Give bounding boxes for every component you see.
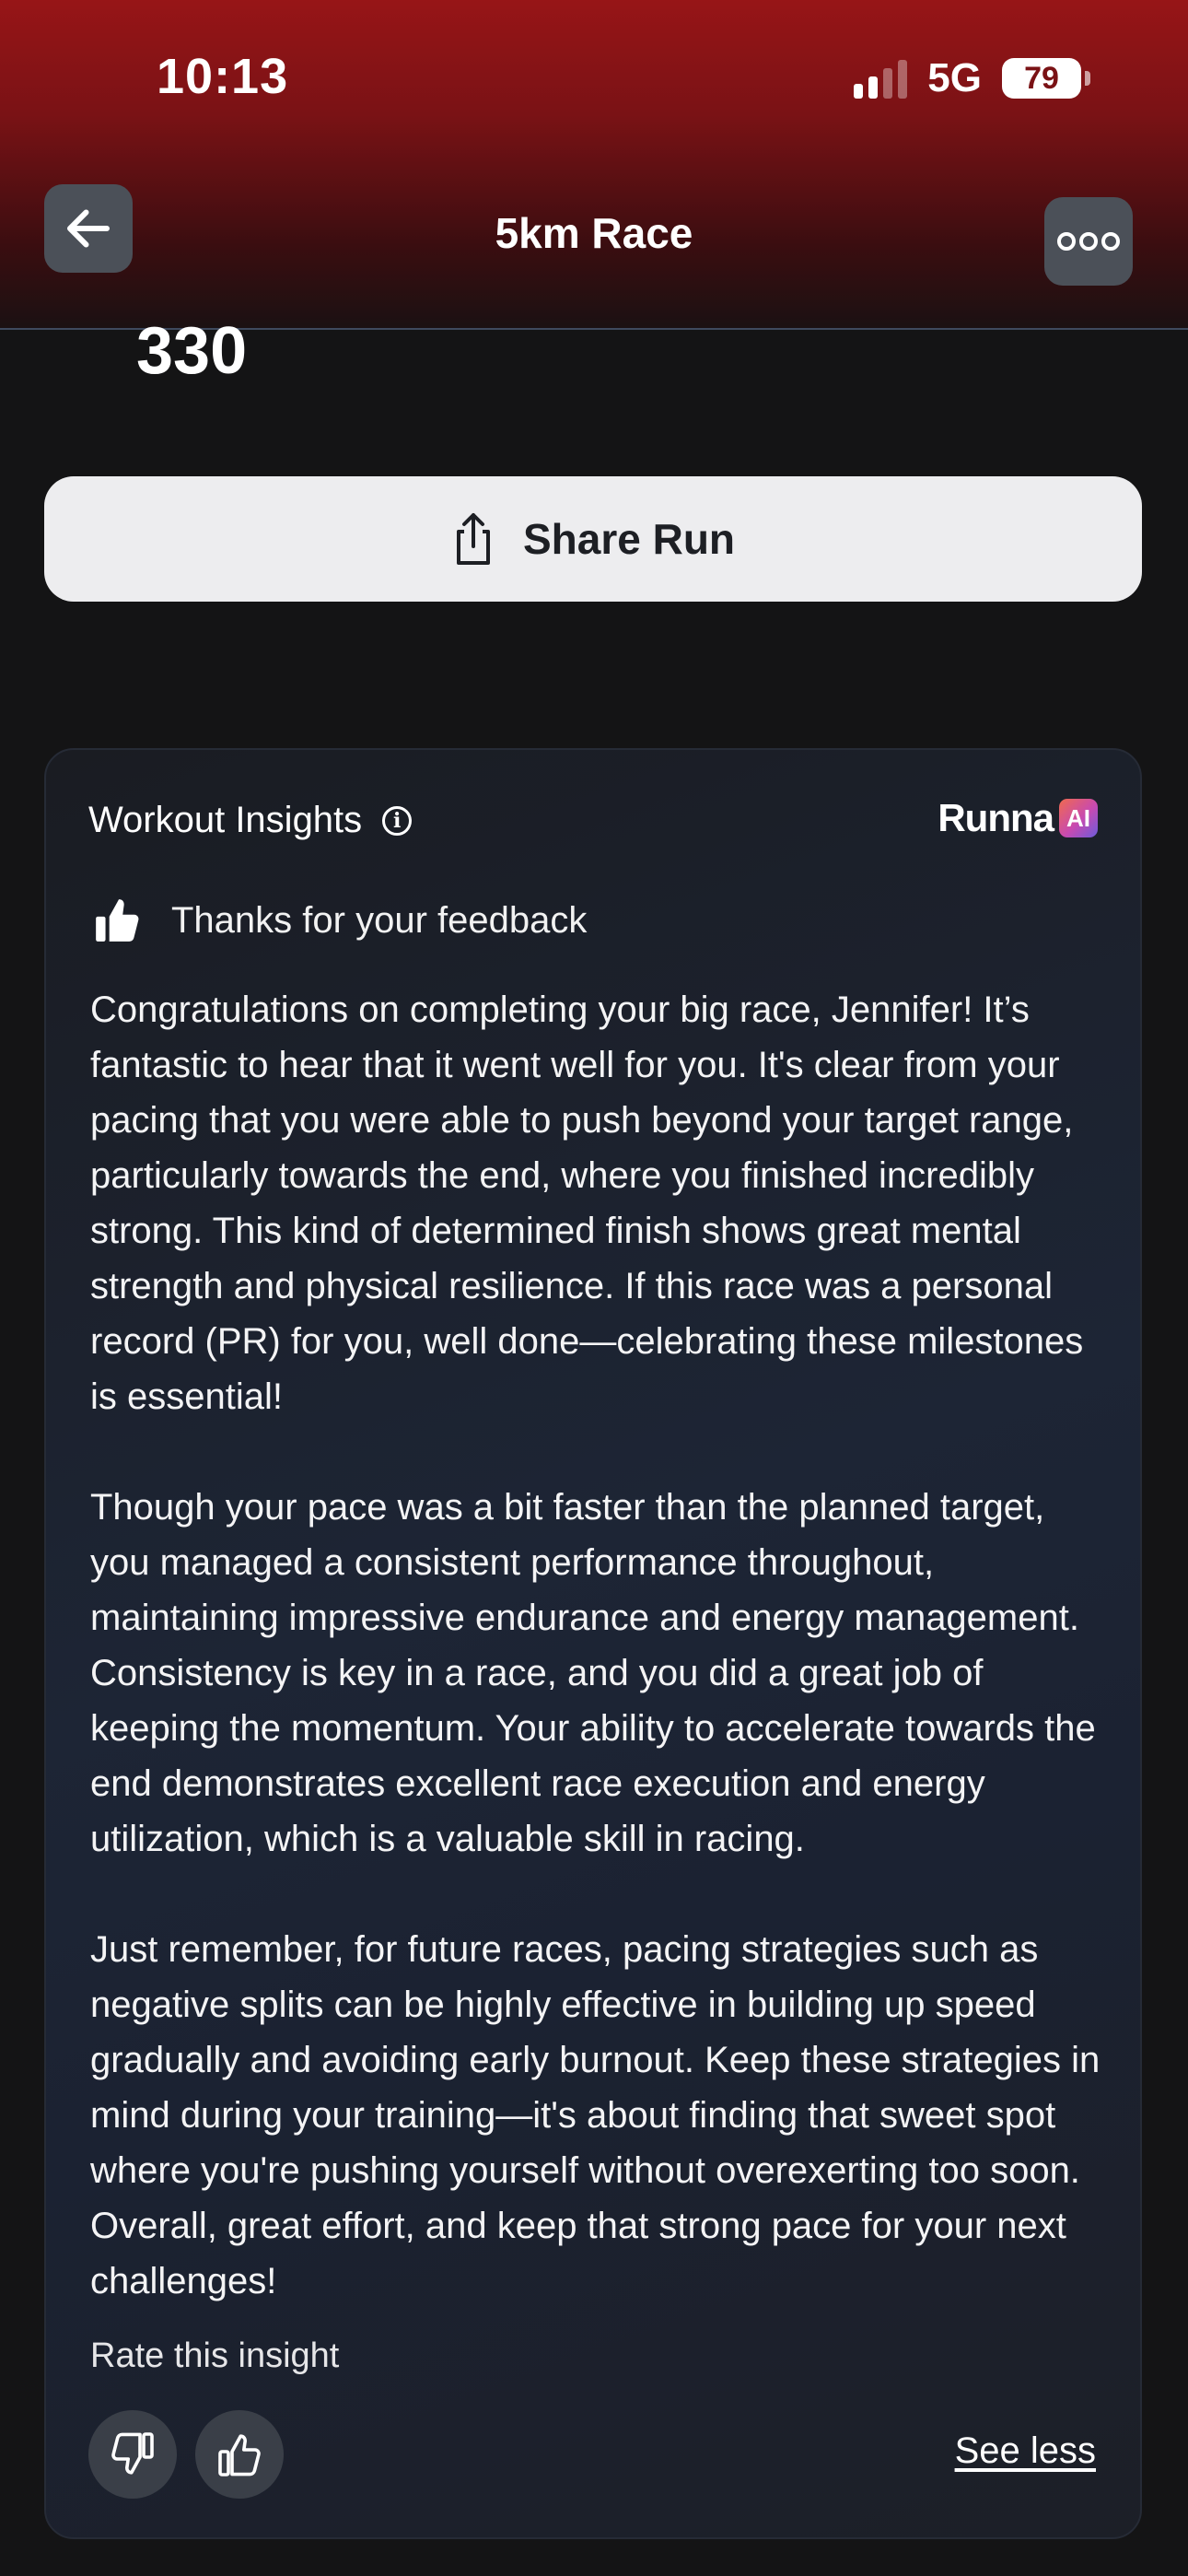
battery-icon: 79 — [1002, 58, 1090, 99]
thumbs-up-icon — [218, 2434, 261, 2476]
workout-insights-card: Workout Insights i Runna AI Thanks for y… — [44, 748, 1142, 2539]
feedback-text: Thanks for your feedback — [171, 899, 588, 941]
insight-paragraph: Just remember, for future races, pacing … — [90, 1929, 1101, 2301]
share-run-button[interactable]: Share Run — [44, 476, 1142, 602]
thumbs-up-button[interactable] — [195, 2410, 284, 2499]
ai-badge: AI — [1059, 799, 1098, 837]
feedback-confirmation: Thanks for your feedback — [94, 896, 587, 945]
more-dots-icon — [1057, 232, 1120, 251]
info-icon[interactable]: i — [382, 805, 413, 836]
share-icon — [456, 513, 490, 565]
signal-icon — [854, 58, 908, 99]
insights-header: Workout Insights i — [88, 800, 413, 841]
more-options-button[interactable] — [1044, 197, 1133, 286]
status-indicators: 5G 79 — [854, 55, 1090, 101]
runna-ai-logo: Runna AI — [938, 796, 1098, 840]
stat-value: 330 — [136, 314, 248, 388]
header: 10:13 5G 79 5km Race — [0, 0, 1188, 330]
brand-name: Runna — [938, 796, 1054, 839]
see-less-link[interactable]: See less — [955, 2430, 1096, 2472]
insight-body: Congratulations on completing your big r… — [90, 982, 1112, 2364]
network-type: 5G — [927, 55, 982, 100]
thumbs-down-icon — [111, 2432, 154, 2475]
share-run-label: Share Run — [522, 515, 736, 563]
thumbs-up-filled-icon — [96, 899, 139, 942]
insight-paragraph: Congratulations on completing your big r… — [90, 989, 1084, 1417]
insights-title: Workout Insights — [88, 800, 363, 840]
insight-paragraph: Though your pace was a bit faster than t… — [90, 1487, 1096, 1859]
thumbs-down-button[interactable] — [88, 2410, 177, 2499]
page-title: 5km Race — [495, 209, 693, 257]
status-time: 10:13 — [157, 49, 289, 104]
battery-level: 79 — [1024, 60, 1059, 96]
rate-insight-label: Rate this insight — [90, 2336, 340, 2375]
